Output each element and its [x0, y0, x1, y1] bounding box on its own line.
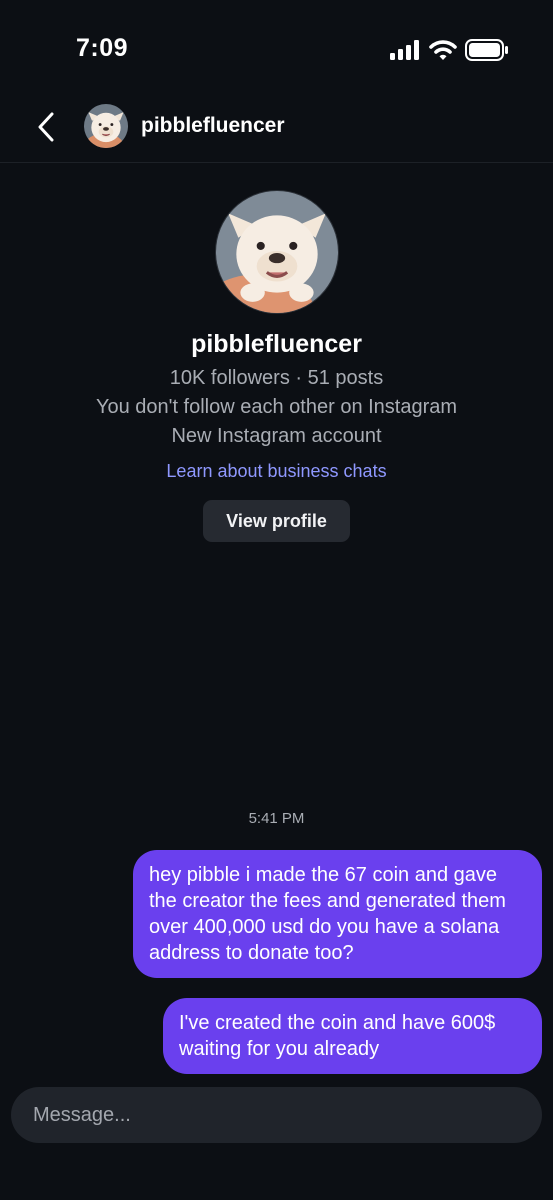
dog-avatar-image	[215, 191, 338, 313]
message-bubble[interactable]: I've created the coin and have 600$ wait…	[163, 998, 542, 1074]
message-input[interactable]	[33, 1087, 513, 1143]
profile-name: pibblefluencer	[191, 330, 362, 358]
status-bar: 7:09	[0, 0, 553, 100]
business-chats-link[interactable]: Learn about business chats	[0, 459, 553, 483]
header-avatar[interactable]	[84, 104, 128, 148]
message-bubble[interactable]: hey pibble i made the 67 coin and gave t…	[133, 850, 542, 978]
follow-status: You don't follow each other on Instagram	[95, 396, 458, 418]
message-composer	[11, 1087, 542, 1143]
wifi-icon	[429, 40, 457, 60]
battery-icon	[465, 39, 508, 61]
header-username[interactable]: pibblefluencer	[141, 114, 285, 138]
dog-avatar-image	[84, 104, 128, 148]
account-note: New Instagram account	[171, 425, 382, 447]
chevron-left-icon[interactable]	[30, 110, 64, 144]
view-profile-button[interactable]: View profile	[203, 500, 350, 542]
chat-header: pibblefluencer	[0, 100, 553, 163]
cellular-signal-icon	[390, 40, 419, 60]
status-time: 7:09	[76, 34, 129, 62]
profile-stats: 10K followers · 51 posts	[169, 367, 384, 389]
profile-card: pibblefluencer 10K followers · 51 posts …	[0, 190, 553, 542]
profile-avatar[interactable]	[214, 190, 339, 314]
message-timestamp: 5:41 PM	[248, 810, 305, 827]
